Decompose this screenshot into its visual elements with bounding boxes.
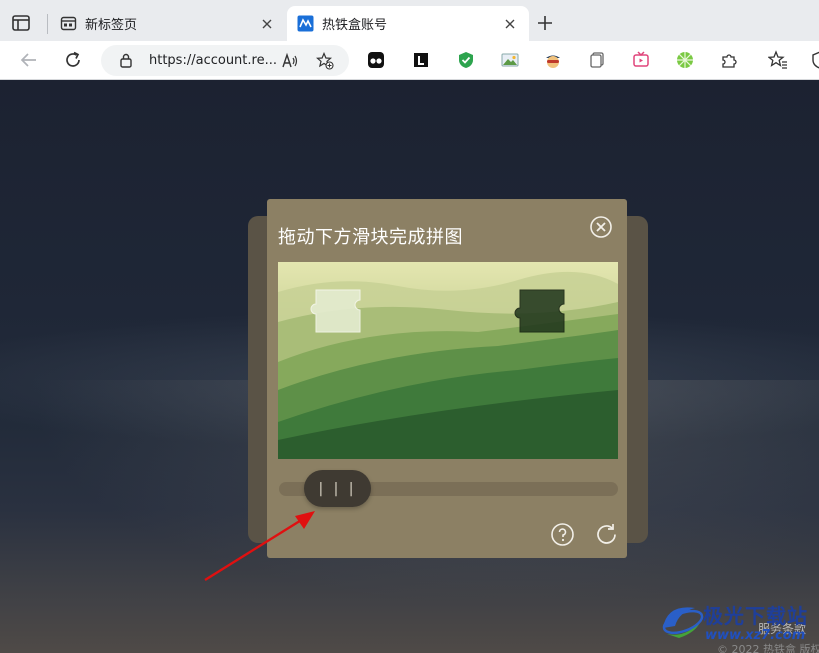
watermark-logo-icon [662,607,704,638]
close-circle-icon[interactable] [589,215,613,239]
copy-icon[interactable] [587,50,607,70]
help-icon[interactable] [550,522,575,547]
tab-actions-icon[interactable] [10,12,32,34]
tab-new-tab[interactable]: 新标签页 [50,6,286,41]
close-icon[interactable] [501,15,519,33]
puzzle-piece [310,289,361,333]
annotation-arrow [204,511,315,582]
shield-check-icon[interactable] [456,50,476,70]
tampermonkey-icon[interactable] [366,50,386,70]
browser-toolbar: https://account.re... [0,41,819,80]
site-favicon-icon [297,15,314,32]
tab-title: 热铁盒账号 [322,18,388,33]
lime-icon[interactable] [675,50,695,70]
lock-icon[interactable] [119,53,133,68]
slider-grip-icon: | | | [318,480,357,497]
watermark-url: www.xz7.com [705,628,806,643]
puzzle-image [278,262,618,459]
plus-icon[interactable] [535,13,555,33]
read-aloud-icon[interactable] [281,52,299,70]
captcha-title: 拖动下方滑块完成拼图 [278,227,463,248]
mountain-landscape-image [278,262,618,459]
puzzle-icon[interactable] [719,50,739,70]
refresh-icon[interactable] [594,522,619,547]
tab-account[interactable]: 热铁盒账号 [287,6,529,41]
watermark-name: 极光下载站 [703,604,808,628]
letter-l-icon[interactable] [411,50,431,70]
spy-icon[interactable] [543,50,563,70]
tv-icon[interactable] [631,50,651,70]
tab-separator [47,14,48,34]
puzzle-gap [514,289,565,333]
image-icon[interactable] [500,50,520,70]
new-tab-page-icon [60,16,77,31]
back-arrow-icon[interactable] [18,49,40,71]
refresh-icon[interactable] [62,49,84,71]
add-favorite-icon[interactable] [316,52,334,70]
favorites-icon[interactable] [768,50,788,70]
slider-handle[interactable]: | | | [304,470,371,507]
close-icon[interactable] [258,15,276,33]
tab-title: 新标签页 [85,18,138,33]
shield-partial-icon[interactable] [810,50,819,70]
address-url[interactable]: https://account.re... [149,53,277,68]
tab-strip: 新标签页 热铁盒账号 [0,0,819,41]
address-bar[interactable]: https://account.re... [101,45,349,76]
